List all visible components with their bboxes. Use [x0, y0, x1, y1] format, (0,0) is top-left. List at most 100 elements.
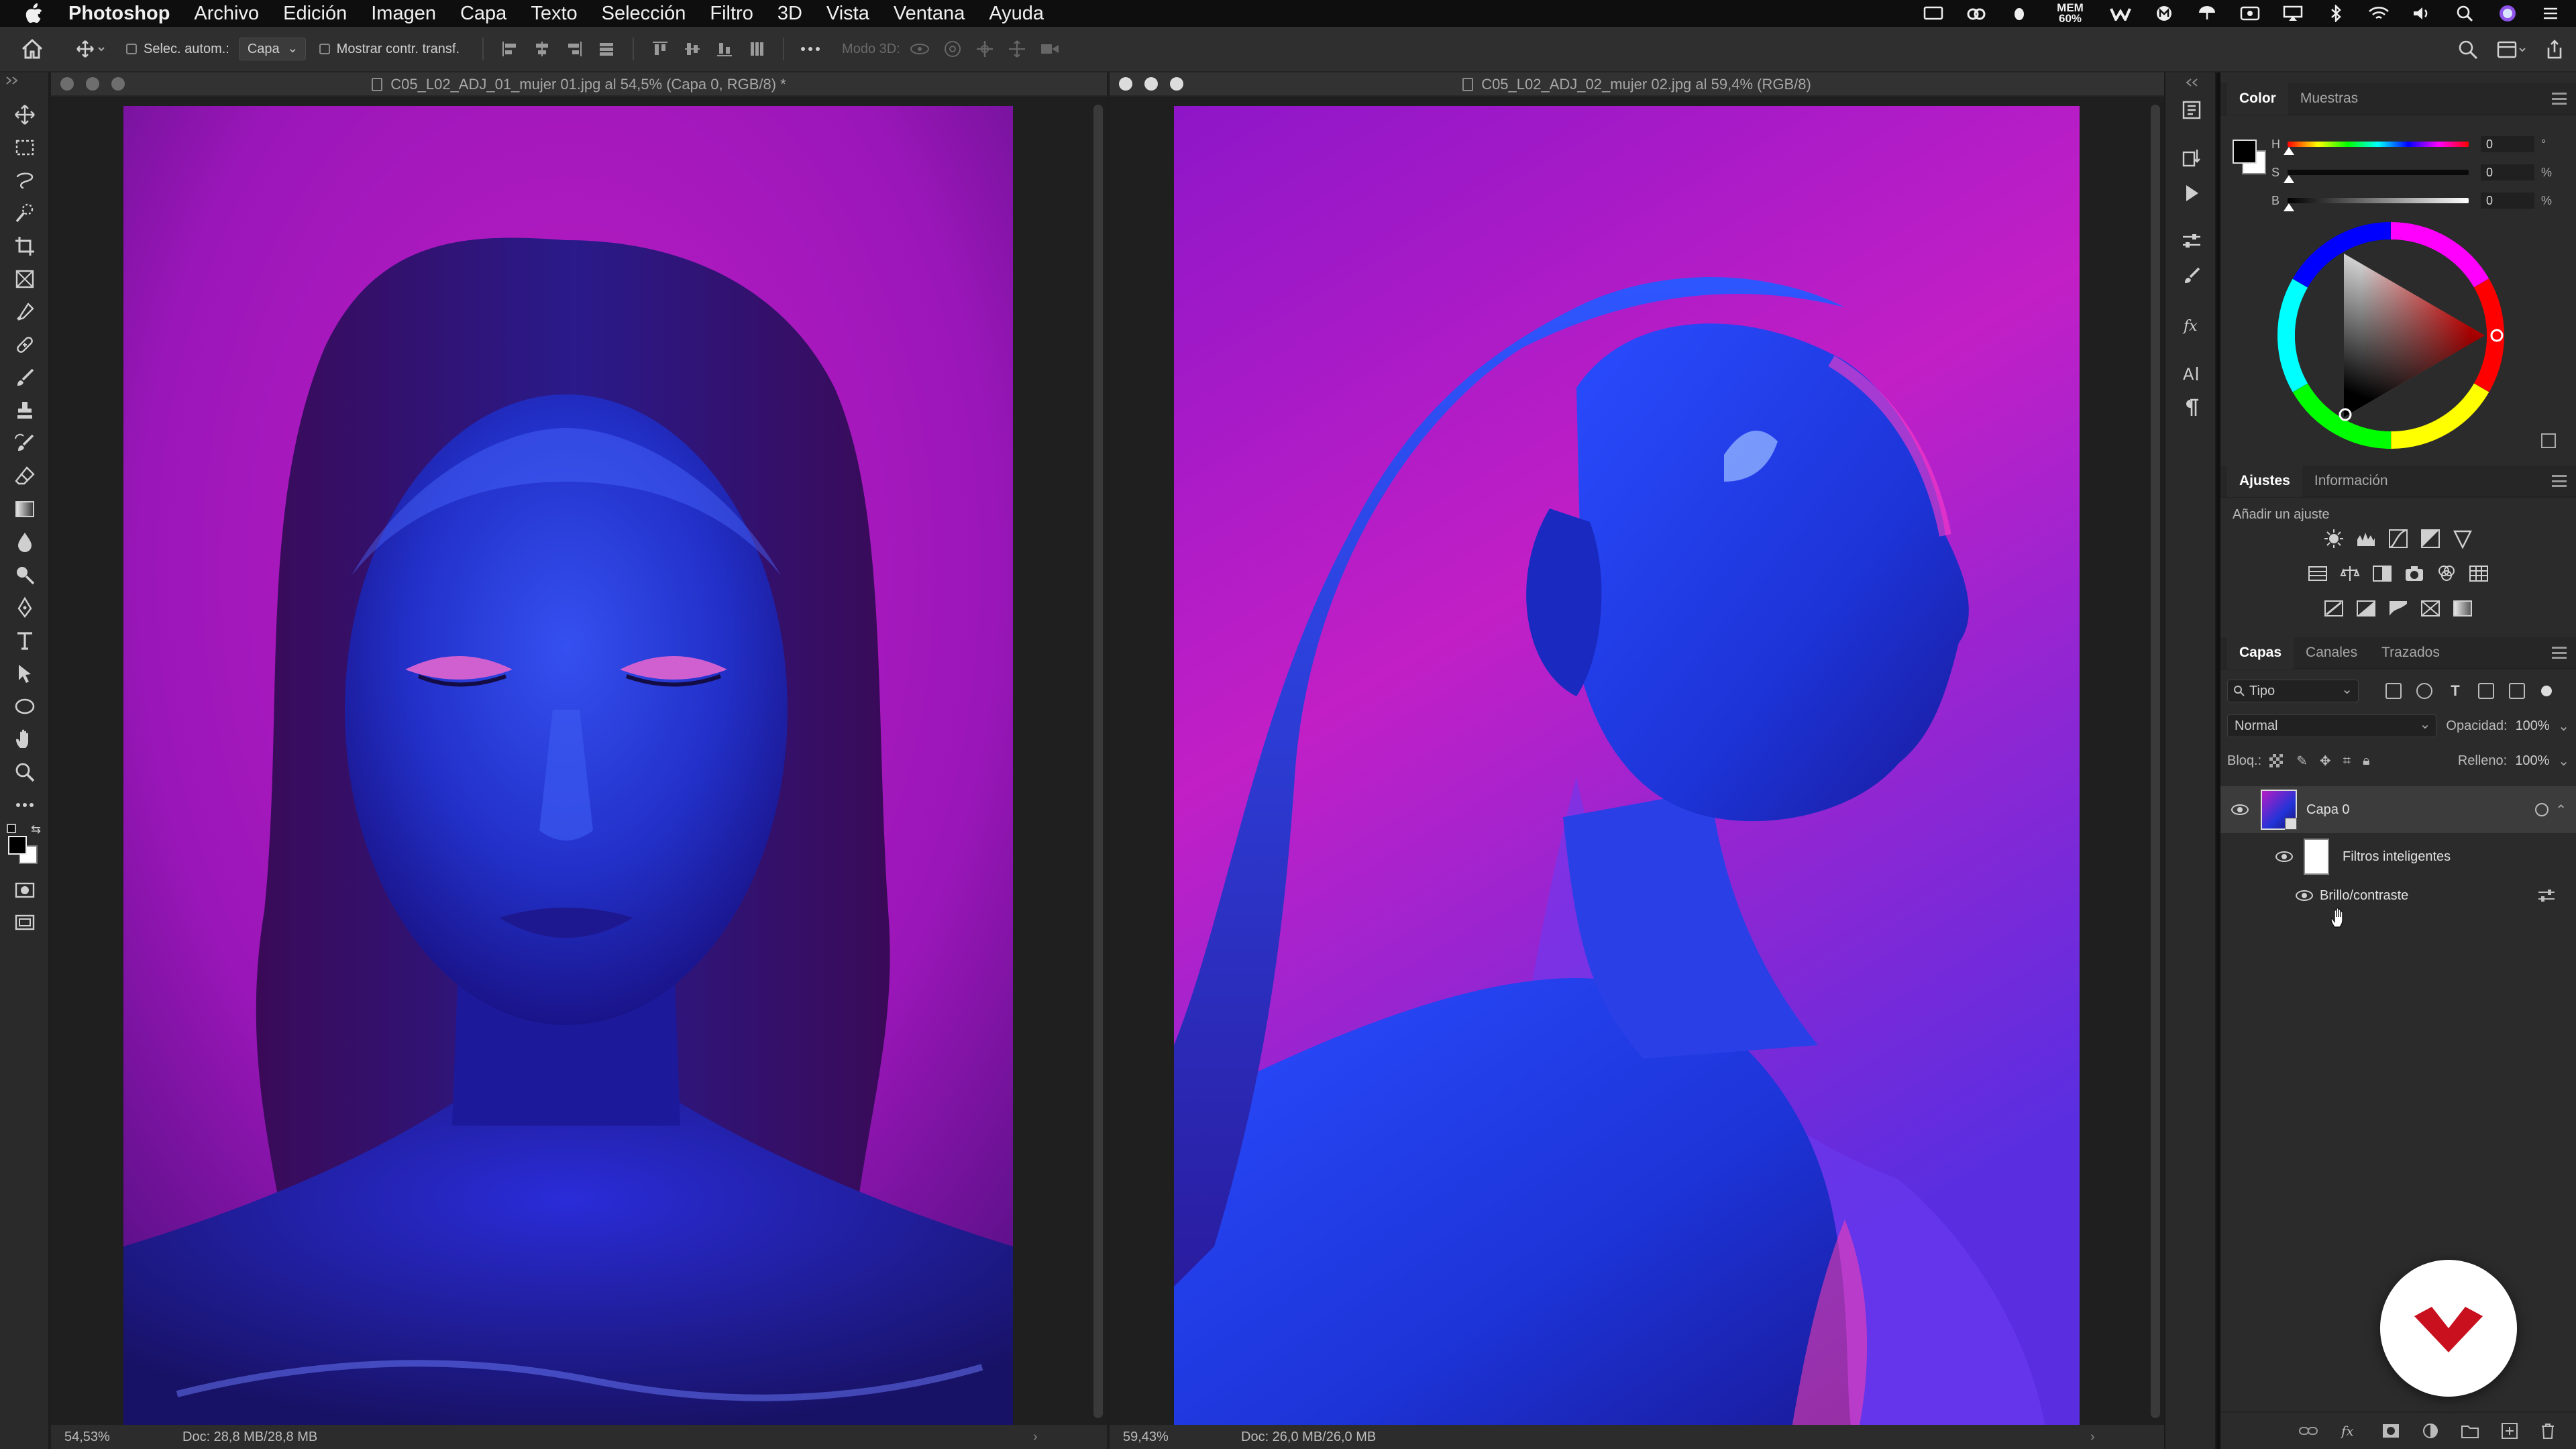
distribute-horizontal-icon[interactable] [748, 40, 765, 58]
align-horizontal-centers-icon[interactable] [533, 40, 551, 58]
frame-tool[interactable] [0, 262, 50, 295]
styles-fx-icon[interactable]: fx [2165, 307, 2218, 342]
new-layer-icon[interactable] [2501, 1422, 2518, 1440]
portrait-photo-front[interactable] [123, 106, 1013, 1425]
invert-icon[interactable] [2324, 598, 2344, 619]
collapse-effects-chevron-icon[interactable]: ⌃ [2555, 802, 2567, 818]
filter-adjustment-layers-icon[interactable] [2416, 683, 2432, 699]
lock-position-icon[interactable]: ✥ [2320, 753, 2331, 769]
gradient-tool[interactable] [0, 492, 50, 525]
align-right-edges-icon[interactable] [566, 40, 583, 58]
menu-3d[interactable]: 3D [777, 3, 802, 25]
move-tool[interactable] [0, 98, 50, 131]
gradient-map-icon[interactable] [2453, 598, 2473, 619]
canvas-area[interactable] [1110, 98, 2164, 1425]
crop-tool[interactable] [0, 229, 50, 262]
drag-3d-icon[interactable] [975, 40, 994, 58]
document-size-info[interactable]: Doc: 28,8 MB/28,8 MB [156, 1430, 1033, 1445]
add-layer-style-fx-icon[interactable]: fx [2340, 1422, 2360, 1440]
quick-selection-tool[interactable] [0, 197, 50, 229]
history-brush-tool[interactable] [0, 427, 50, 460]
exposure-icon[interactable] [2420, 529, 2440, 549]
align-bottom-edges-icon[interactable] [716, 40, 733, 58]
slide-3d-icon[interactable] [1008, 40, 1026, 58]
lock-all-icon[interactable]: 🔒︎ [2363, 753, 2370, 769]
black-white-icon[interactable] [2372, 564, 2392, 584]
smart-filters-toggle-icon[interactable] [2535, 803, 2549, 816]
quick-mask-button[interactable] [0, 873, 50, 906]
default-colors-icon[interactable] [7, 824, 16, 833]
menu-ayuda[interactable]: Ayuda [989, 3, 1044, 25]
layer-name[interactable]: Capa 0 [2306, 802, 2350, 818]
menu-capa[interactable]: Capa [460, 3, 506, 25]
eraser-tool[interactable] [0, 460, 50, 492]
memory-monitor[interactable]: MEM 60% [2050, 2, 2090, 24]
threshold-icon[interactable] [2388, 598, 2408, 619]
bluetooth-icon[interactable] [2324, 4, 2348, 23]
show-transform-checkbox[interactable] [319, 44, 330, 54]
creative-cloud-icon[interactable] [1964, 4, 1988, 23]
pen-tool[interactable] [0, 591, 50, 624]
volume-icon[interactable] [2410, 4, 2434, 23]
edit-toolbar-button[interactable] [0, 788, 50, 821]
foreground-color-swatch[interactable] [2233, 140, 2257, 164]
foreground-color-swatch[interactable] [8, 836, 27, 855]
document-title[interactable]: C05_L02_ADJ_02_mujer 02.jpg al 59,4% (RG… [1110, 72, 2164, 97]
brightness-slider[interactable] [2284, 198, 2469, 211]
share-icon[interactable] [2545, 40, 2564, 60]
saturation-slider-thumb[interactable] [2284, 175, 2294, 183]
vertical-scrollbar[interactable] [2151, 105, 2160, 1418]
layer-visibility-eye-icon[interactable] [2231, 804, 2249, 815]
brightness-contrast-icon[interactable] [2324, 529, 2344, 549]
wolf-app-icon[interactable] [2109, 4, 2133, 23]
notification-center-icon[interactable] [2538, 4, 2563, 23]
hue-slider[interactable] [2284, 142, 2469, 155]
actions-play-icon[interactable] [2165, 176, 2218, 211]
canvas-area[interactable] [51, 98, 1107, 1425]
vertical-scrollbar[interactable] [1093, 105, 1103, 1418]
color-wheel[interactable] [2277, 221, 2505, 449]
libraries-icon[interactable] [2165, 93, 2218, 127]
auto-select-checkbox[interactable] [126, 44, 137, 54]
panel-menu-icon[interactable] [2552, 475, 2567, 487]
layer-row-brightness-contrast-filter[interactable]: Brillo/contraste [2220, 880, 2576, 911]
distribute-vertical-icon[interactable] [598, 40, 615, 58]
brightness-value-field[interactable]: 0 [2481, 193, 2534, 209]
curves-icon[interactable] [2388, 529, 2408, 549]
filter-shape-layers-icon[interactable] [2478, 683, 2494, 699]
filter-type-layers-icon[interactable]: T [2447, 683, 2463, 699]
orbit-3d-icon[interactable] [910, 40, 930, 58]
add-mask-icon[interactable] [2381, 1423, 2400, 1439]
zoom-level[interactable]: 54,53% [51, 1430, 156, 1445]
blend-mode-dropdown[interactable]: Normal [2227, 714, 2437, 737]
tab-trazados[interactable]: Trazados [2369, 637, 2452, 669]
saturation-value-field[interactable]: 0 [2481, 164, 2534, 180]
tab-informacion[interactable]: Información [2302, 465, 2400, 497]
auto-select-option[interactable]: Selec. autom.: [118, 36, 239, 62]
fill-input[interactable]: 100% [2512, 749, 2558, 772]
menu-ventana[interactable]: Ventana [894, 3, 965, 25]
eyedropper-tool[interactable] [0, 295, 50, 328]
search-icon[interactable] [2458, 40, 2478, 60]
hand-tool[interactable] [0, 722, 50, 755]
zoom-level[interactable]: 59,43% [1110, 1430, 1214, 1445]
screen-mode-button[interactable] [0, 906, 50, 939]
posterize-icon[interactable] [2356, 598, 2376, 619]
zoom-tool[interactable] [0, 755, 50, 788]
filter-blending-options-icon[interactable] [2537, 888, 2556, 903]
healing-brush-tool[interactable] [0, 328, 50, 361]
tab-muestras[interactable]: Muestras [2288, 83, 2370, 115]
lock-transparent-pixels-icon[interactable] [2269, 754, 2284, 767]
delete-layer-trash-icon[interactable] [2540, 1422, 2556, 1440]
strip-collapse-handle[interactable] [2165, 72, 2218, 93]
roll-3d-icon[interactable] [943, 40, 962, 58]
toolbar-collapse-handle[interactable] [0, 72, 50, 89]
document-title[interactable]: C05_L02_ADJ_01_mujer 01.jpg al 54,5% (Ca… [51, 72, 1107, 97]
smart-filter-mask-thumbnail[interactable] [2304, 839, 2329, 875]
wifi-icon[interactable] [2367, 4, 2391, 23]
photo-filter-icon[interactable] [2404, 564, 2424, 584]
fill-chevron-icon[interactable]: ⌄ [2558, 753, 2569, 769]
channel-mixer-icon[interactable] [2436, 564, 2457, 584]
menu-texto[interactable]: Texto [531, 3, 577, 25]
menu-imagen[interactable]: Imagen [371, 3, 436, 25]
